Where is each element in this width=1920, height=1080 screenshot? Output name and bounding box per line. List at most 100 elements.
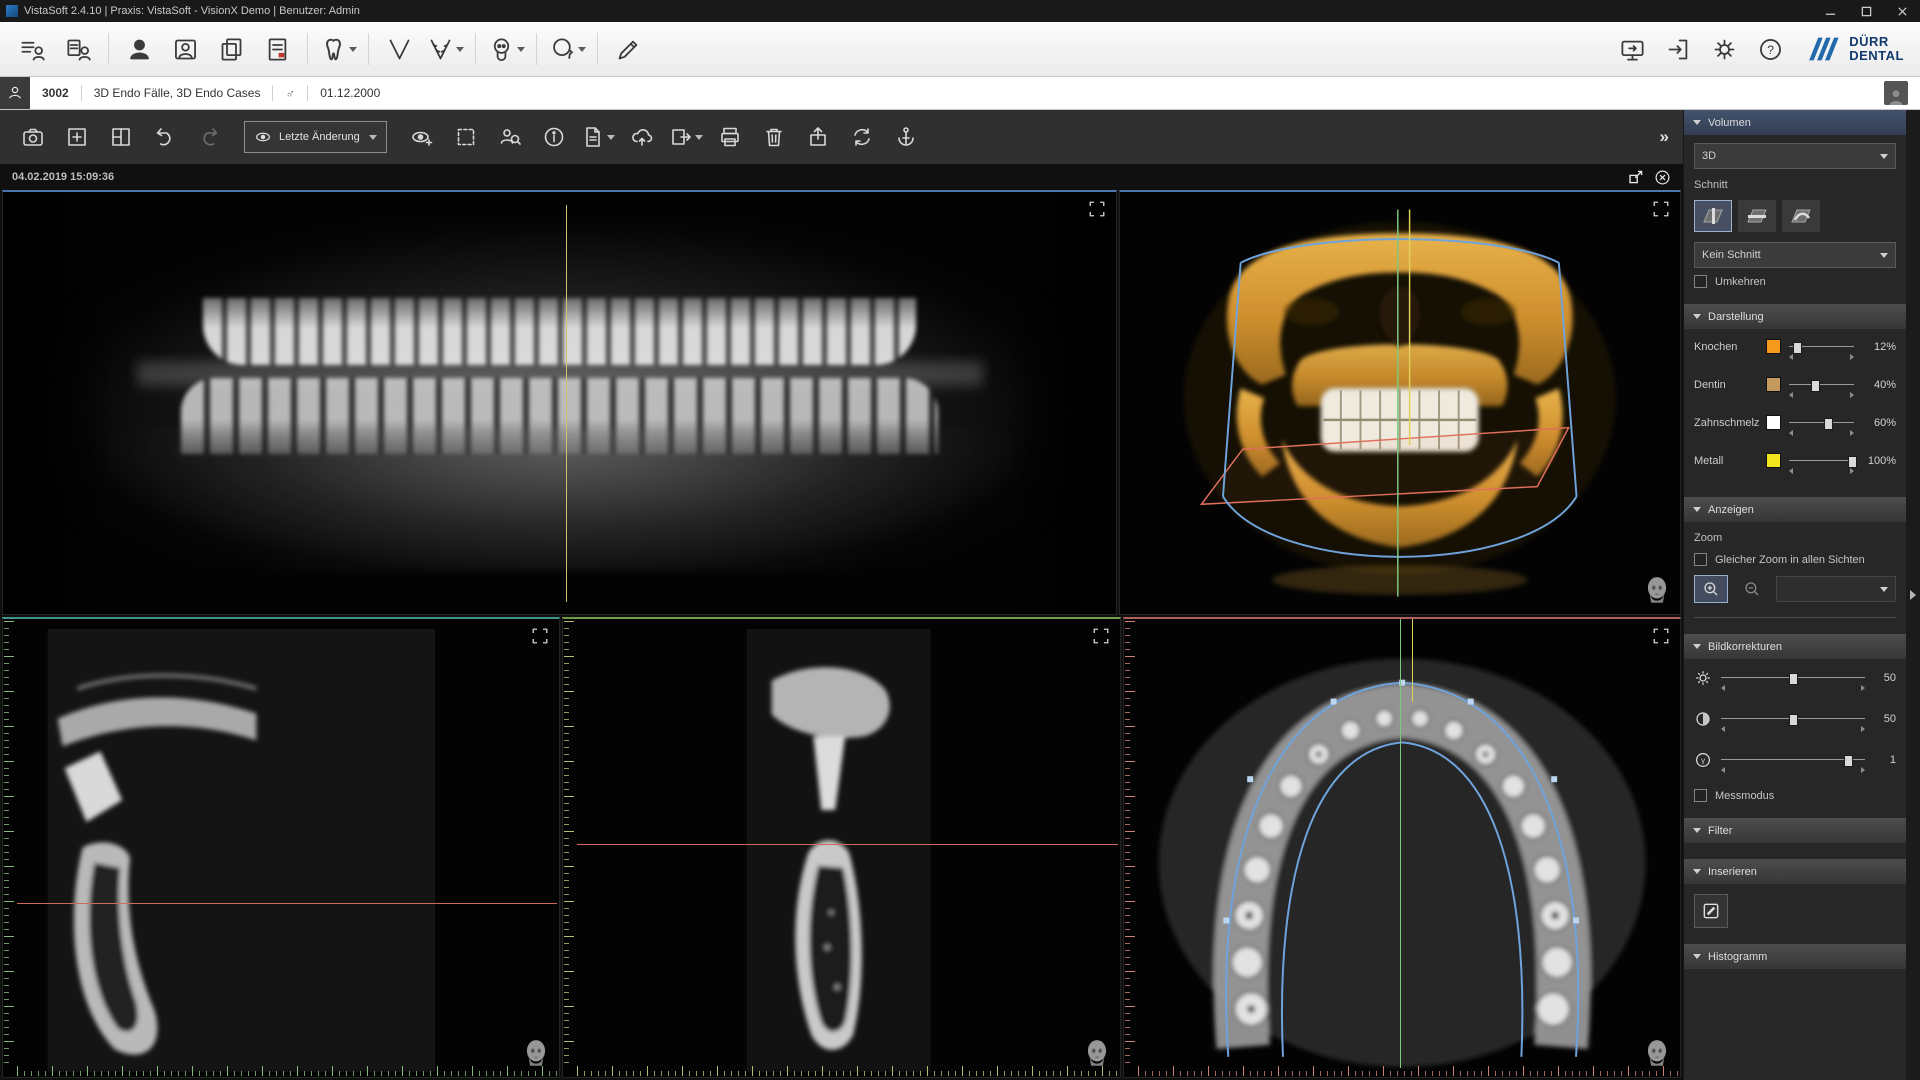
orientation-head-icon[interactable] [1644,576,1670,606]
zahnschmelz-color-swatch[interactable] [1766,415,1781,430]
section-darstellung[interactable]: Darstellung [1684,304,1906,329]
jaw-marks-button[interactable] [423,27,467,71]
jaw-open-icon[interactable] [377,27,421,71]
fullscreen-icon[interactable] [1088,200,1106,218]
coronal-slice-line[interactable] [1412,619,1413,701]
minimize-button[interactable] [1812,0,1848,22]
patient-list-icon[interactable] [10,27,54,71]
exit-icon[interactable] [1656,27,1700,71]
sagittal-slice-line[interactable] [1400,619,1401,1068]
slider-handle[interactable] [1844,755,1853,767]
job-document-icon[interactable] [255,27,299,71]
marquee-icon[interactable] [447,118,485,156]
slider-handle[interactable] [1793,342,1802,354]
knochen-opacity-slider[interactable] [1789,341,1854,353]
slice-mode-3-button[interactable] [1782,200,1820,232]
volume-dropdown[interactable]: 3D [1694,143,1896,169]
section-filter[interactable]: Filter [1684,818,1906,843]
coronal-slice-line[interactable] [566,205,567,602]
head-profile-button[interactable] [545,27,589,71]
maximize-button[interactable] [1848,0,1884,22]
nudge-right-icon[interactable] [1850,430,1854,436]
gamma-slider[interactable] [1721,754,1865,766]
messmodus-checkbox[interactable]: Messmodus [1684,782,1906,802]
copy-patient-icon[interactable] [209,27,253,71]
delete-icon[interactable] [755,118,793,156]
orientation-head-icon[interactable] [1644,1039,1670,1069]
print-icon[interactable] [711,118,749,156]
axial-pane[interactable] [1123,617,1681,1078]
patient-card-icon[interactable] [163,27,207,71]
skull-button[interactable] [484,27,528,71]
close-button[interactable] [1884,0,1920,22]
add-view-icon[interactable] [58,118,96,156]
dentin-opacity-slider[interactable] [1789,379,1854,391]
patient-icon[interactable] [117,27,161,71]
metall-opacity-slider[interactable] [1789,455,1854,467]
volume-3d-pane[interactable] [1119,190,1681,615]
zoom-level-dropdown[interactable] [1776,576,1896,602]
orientation-head-icon[interactable] [1084,1039,1110,1069]
nudge-left-icon[interactable] [1721,726,1725,732]
nudge-right-icon[interactable] [1850,354,1854,360]
export-button[interactable] [667,118,705,156]
nudge-right-icon[interactable] [1850,392,1854,398]
sagittal-pane[interactable] [2,617,560,1078]
undo-icon[interactable] [146,118,184,156]
fullscreen-icon[interactable] [1652,627,1670,645]
section-anzeigen[interactable]: Anzeigen [1684,497,1906,522]
contrast-slider[interactable] [1721,713,1865,725]
close-study-icon[interactable] [1654,169,1671,186]
section-bildkorrekturen[interactable]: Bildkorrekturen [1684,634,1906,659]
acquisition-device-icon[interactable] [1610,27,1654,71]
invert-checkbox[interactable]: Umkehren [1684,268,1906,288]
tooth-button[interactable] [316,27,360,71]
panoramic-pane[interactable] [2,190,1117,615]
zoom-in-button[interactable] [1694,575,1728,603]
popout-icon[interactable] [1628,169,1644,185]
fullscreen-icon[interactable] [1092,627,1110,645]
last-change-button[interactable]: Letzte Änderung [244,121,387,153]
help-icon[interactable]: ? [1748,27,1792,71]
nudge-right-icon[interactable] [1861,685,1865,691]
nudge-left-icon[interactable] [1789,430,1793,436]
nudge-right-icon[interactable] [1850,468,1854,474]
sync-icon[interactable] [843,118,881,156]
patient-menu-icon[interactable] [0,77,30,109]
pen-icon[interactable] [606,27,650,71]
brightness-slider[interactable] [1721,672,1865,684]
slider-handle[interactable] [1811,380,1820,392]
orientation-head-icon[interactable] [523,1039,549,1069]
metall-color-swatch[interactable] [1766,453,1781,468]
patient-name[interactable]: 3D Endo Fälle, 3D Endo Cases [94,86,261,100]
share-icon[interactable] [799,118,837,156]
cloud-upload-icon[interactable] [623,118,661,156]
section-inserieren[interactable]: Inserieren [1684,859,1906,884]
patient-id[interactable]: 3002 [42,86,69,100]
cross-section-pane[interactable] [562,617,1120,1078]
worklist-icon[interactable] [56,27,100,71]
settings-icon[interactable] [1702,27,1746,71]
nudge-left-icon[interactable] [1789,468,1793,474]
slider-handle[interactable] [1789,714,1798,726]
eye-plus-icon[interactable] [403,118,441,156]
zoom-out-button[interactable] [1735,575,1769,603]
slider-handle[interactable] [1789,673,1798,685]
nudge-right-icon[interactable] [1861,726,1865,732]
fullscreen-icon[interactable] [1652,200,1670,218]
find-person-icon[interactable] [491,118,529,156]
info-icon[interactable] [535,118,573,156]
insert-implant-button[interactable] [1694,894,1728,928]
report-button[interactable] [579,118,617,156]
nudge-left-icon[interactable] [1721,767,1725,773]
fullscreen-icon[interactable] [531,627,549,645]
panel-expand-arrow[interactable] [1910,590,1916,600]
nudge-left-icon[interactable] [1789,354,1793,360]
slice-mode-2-button[interactable] [1738,200,1776,232]
slider-handle[interactable] [1848,456,1857,468]
same-zoom-checkbox[interactable]: Gleicher Zoom in allen Sichten [1684,546,1906,566]
redo-icon[interactable] [190,118,228,156]
patient-photo-icon[interactable] [1884,81,1908,105]
dentin-color-swatch[interactable] [1766,377,1781,392]
slice-dropdown[interactable]: Kein Schnitt [1694,242,1896,268]
